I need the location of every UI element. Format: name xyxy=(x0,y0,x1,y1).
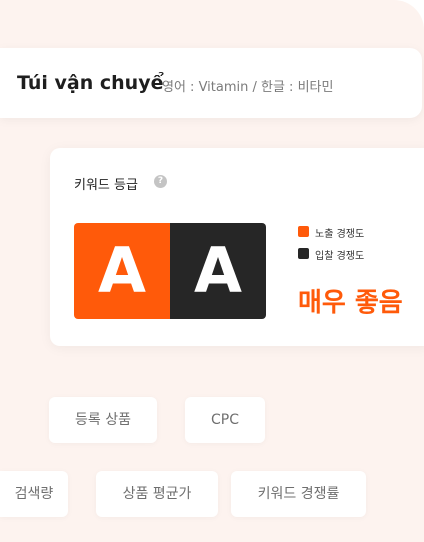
exposure-legend-swatch xyxy=(298,226,309,237)
bid-legend-swatch xyxy=(298,248,309,259)
bid-grade-badge: A xyxy=(170,223,266,319)
search-volume-chip[interactable]: 검색량 xyxy=(0,471,68,517)
bid-legend-label: 입찰 경쟁도 xyxy=(315,251,365,262)
keyword-title: Túi vận chuyể xyxy=(17,72,164,94)
keyword-translation: 영어 : Vitamin / 한글 : 비타민 xyxy=(162,80,334,95)
registered-products-chip[interactable]: 등록 상품 xyxy=(49,397,157,443)
product-avg-price-chip[interactable]: 상품 평균가 xyxy=(96,471,218,517)
keyword-grade-label: 키워드 등급 xyxy=(74,178,138,193)
help-icon[interactable]: ? xyxy=(154,175,167,188)
keyword-competition-chip[interactable]: 키워드 경쟁률 xyxy=(231,471,366,517)
cpc-chip[interactable]: CPC xyxy=(185,397,265,443)
exposure-grade-badge: A xyxy=(74,223,170,319)
grade-status: 매우 좋음 xyxy=(298,288,403,318)
exposure-legend-label: 노출 경쟁도 xyxy=(315,229,365,240)
